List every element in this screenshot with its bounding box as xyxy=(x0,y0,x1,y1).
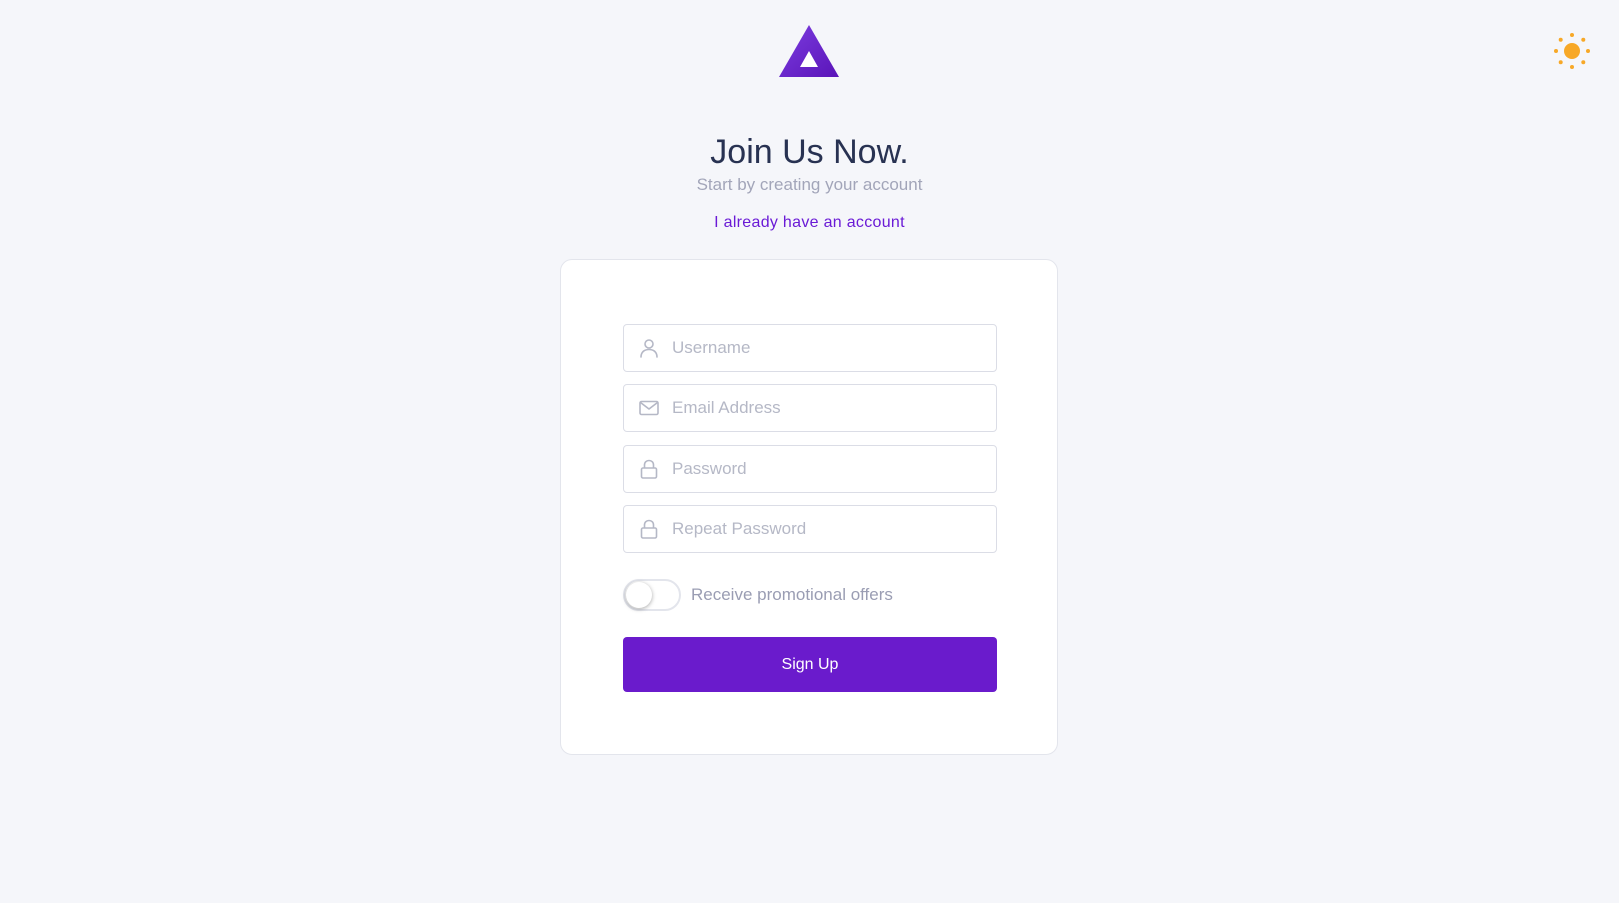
username-field xyxy=(623,324,997,372)
page-title: Join Us Now. xyxy=(710,133,909,171)
lock-icon xyxy=(640,459,658,479)
username-input[interactable] xyxy=(672,325,982,371)
repeat-password-field xyxy=(623,505,997,553)
login-link-row: I already have an account xyxy=(0,212,1619,234)
lock-icon xyxy=(640,519,658,539)
user-icon xyxy=(640,339,658,358)
sun-icon xyxy=(1554,33,1590,69)
toggle-knob xyxy=(626,582,652,608)
promo-toggle-switch[interactable] xyxy=(623,579,681,611)
promo-toggle-label: Receive promotional offers xyxy=(691,585,893,604)
page-subtitle: Start by creating your account xyxy=(696,175,923,194)
signup-card: Receive promotional offers Sign Up xyxy=(560,259,1058,755)
theme-toggle-button[interactable] xyxy=(1553,32,1591,70)
password-input[interactable] xyxy=(672,446,982,492)
brand-logo xyxy=(778,24,840,78)
email-field xyxy=(623,384,997,432)
promo-toggle-row: Receive promotional offers xyxy=(623,578,997,612)
repeat-password-input[interactable] xyxy=(672,506,982,552)
triangle-logo-icon xyxy=(779,25,839,77)
signup-button[interactable]: Sign Up xyxy=(623,637,997,692)
email-input[interactable] xyxy=(672,385,982,431)
login-link[interactable]: I already have an account xyxy=(714,214,905,231)
password-field xyxy=(623,445,997,493)
envelope-icon xyxy=(639,400,659,416)
